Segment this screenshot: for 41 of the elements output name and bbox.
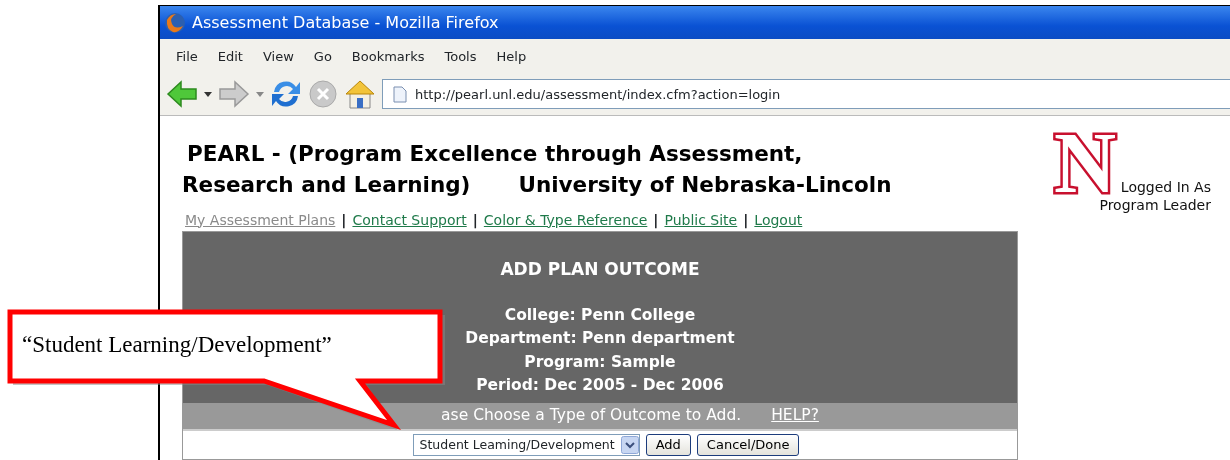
menu-item[interactable]: Help [486,47,537,67]
detail-text: Period: Dec 2005 - Dec 2006 [475,374,725,396]
prompt-text: ase Choose a Type of Outcome to Add. [441,405,742,427]
separator: | [472,210,478,231]
nav-link[interactable]: Logout [754,209,803,231]
login-text: Program Leader [1099,195,1211,214]
type-select[interactable]: Student Leaming/Development [412,434,640,456]
callout-text: “Student Learning/Development” [22,331,332,359]
page-title: Research and Learning) [182,170,471,199]
separator: | [743,210,749,231]
menu-item[interactable]: View [252,47,304,67]
form-button[interactable]: Cancel/Done [696,434,800,456]
browser-logo-icon [164,11,186,34]
home-icon[interactable] [344,78,376,111]
panel-heading: ADD PLAN OUTCOME [499,257,701,281]
forward-arrow-icon[interactable] [218,80,250,109]
nav-link[interactable]: Contact Support [352,209,467,231]
menu-item[interactable]: Edit [207,47,253,67]
menu-item[interactable]: File [166,47,208,67]
back-arrow-icon[interactable] [166,80,198,109]
detail-text: Program: Sample [523,351,677,373]
separator: | [653,210,659,231]
window-title: Assessment Database - Mozilla Firefox [192,11,499,34]
page-icon [393,85,407,103]
nav-link[interactable]: Color & Type Reference [483,209,648,231]
select-value: Student Leaming/Development [419,435,615,454]
detail-text: College: Penn College [503,305,697,326]
url-text: http://pearl.unl.edu/assessment/index.cfm?action=login [415,85,781,104]
separator: | [341,210,347,231]
nav-link[interactable]: My Assessment Plans [185,209,336,231]
login-text: Logged In As [1119,177,1211,196]
page-title: PEARL - (Program Excellence through Assessment, [186,139,804,168]
form-button[interactable]: Add [645,434,691,456]
university-name: University of Nebraska-Lincoln [518,170,892,199]
address-field[interactable]: http://pearl.unl.edu/assessment/index.cfm?action=login [382,79,1230,110]
nav-link[interactable]: Public Site [664,209,738,231]
dropdown-caret-icon[interactable] [204,91,212,97]
logo: N [1054,129,1117,196]
menu-item[interactable]: Tools [434,47,487,67]
menu-item[interactable]: Bookmarks [341,47,435,67]
menu-item[interactable]: Go [303,47,342,67]
